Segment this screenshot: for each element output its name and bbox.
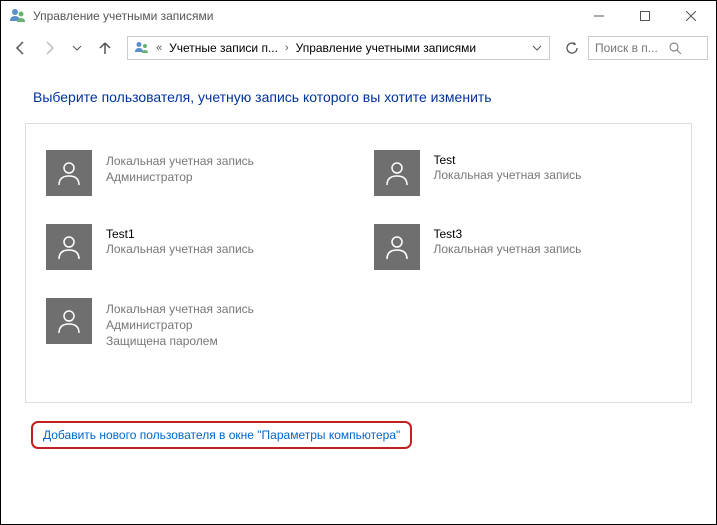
add-user-link[interactable]: Добавить нового пользователя в окне "Пар… bbox=[43, 428, 400, 442]
window-controls bbox=[576, 1, 714, 31]
avatar bbox=[374, 224, 420, 270]
breadcrumb-icon bbox=[134, 40, 150, 56]
user-info: Локальная учетная запись Администратор bbox=[106, 150, 254, 185]
back-button[interactable] bbox=[9, 36, 33, 60]
user-type: Локальная учетная запись bbox=[434, 241, 582, 257]
search-input[interactable] bbox=[595, 41, 665, 55]
content: Выберите пользователя, учетную запись ко… bbox=[1, 65, 716, 449]
user-info: Локальная учетная запись Администратор З… bbox=[106, 298, 254, 350]
user-grid: Локальная учетная запись Администратор T… bbox=[25, 123, 692, 403]
user-type: Локальная учетная запись bbox=[106, 241, 254, 257]
search-icon bbox=[669, 42, 682, 55]
user-item[interactable]: Локальная учетная запись Администратор З… bbox=[46, 298, 344, 350]
user-item[interactable]: Test Локальная учетная запись bbox=[374, 150, 672, 196]
page-heading: Выберите пользователя, учетную запись ко… bbox=[25, 73, 692, 123]
user-name: Test1 bbox=[106, 227, 254, 241]
forward-button[interactable] bbox=[37, 36, 61, 60]
user-protect: Защищена паролем bbox=[106, 333, 254, 349]
search-box[interactable] bbox=[588, 36, 708, 60]
user-info: Test1 Локальная учетная запись bbox=[106, 224, 254, 257]
titlebar: Управление учетными записями bbox=[1, 1, 716, 31]
close-button[interactable] bbox=[668, 1, 714, 31]
user-type: Локальная учетная запись bbox=[106, 153, 254, 169]
footer-link-highlight: Добавить нового пользователя в окне "Пар… bbox=[31, 421, 412, 449]
user-type: Локальная учетная запись bbox=[106, 301, 254, 317]
breadcrumb[interactable]: « Учетные записи п... › Управление учетн… bbox=[127, 36, 550, 60]
navbar: « Учетные записи п... › Управление учетн… bbox=[1, 31, 716, 65]
app-icon bbox=[9, 7, 27, 25]
breadcrumb-seg2[interactable]: Управление учетными записями bbox=[293, 41, 479, 55]
user-item[interactable]: Test3 Локальная учетная запись bbox=[374, 224, 672, 270]
user-info: Test Локальная учетная запись bbox=[434, 150, 582, 183]
avatar bbox=[374, 150, 420, 196]
user-role: Администратор bbox=[106, 317, 254, 333]
user-info: Test3 Локальная учетная запись bbox=[434, 224, 582, 257]
minimize-button[interactable] bbox=[576, 1, 622, 31]
window-title: Управление учетными записями bbox=[33, 9, 576, 23]
chevron-left-icon: « bbox=[153, 42, 165, 54]
user-name: Test3 bbox=[434, 227, 582, 241]
chevron-down-icon[interactable] bbox=[529, 43, 545, 53]
user-role: Администратор bbox=[106, 169, 254, 185]
avatar bbox=[46, 224, 92, 270]
avatar bbox=[46, 150, 92, 196]
avatar bbox=[46, 298, 92, 344]
chevron-right-icon: › bbox=[282, 42, 292, 54]
recent-dropdown[interactable] bbox=[65, 36, 89, 60]
user-name: Test bbox=[434, 153, 582, 167]
user-type: Локальная учетная запись bbox=[434, 167, 582, 183]
user-item[interactable]: Test1 Локальная учетная запись bbox=[46, 224, 344, 270]
up-button[interactable] bbox=[93, 36, 117, 60]
user-item[interactable]: Локальная учетная запись Администратор bbox=[46, 150, 344, 196]
refresh-button[interactable] bbox=[560, 36, 584, 60]
maximize-button[interactable] bbox=[622, 1, 668, 31]
breadcrumb-seg1[interactable]: Учетные записи п... bbox=[166, 41, 281, 55]
